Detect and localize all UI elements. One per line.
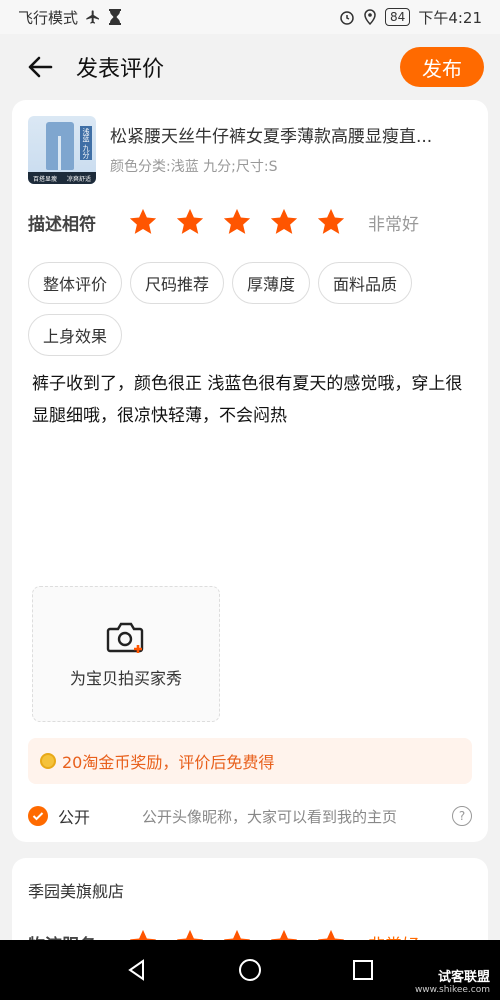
status-right: 84 下午4:21 (339, 7, 482, 28)
public-label: 公开 (58, 808, 91, 827)
clock: 下午4:21 (418, 8, 482, 27)
publish-button[interactable]: 发布 (400, 47, 484, 87)
help-icon[interactable]: ? (452, 806, 472, 826)
rating-label: 描述相符 (28, 214, 96, 235)
page-title: 发表评价 (76, 57, 165, 82)
nav-back-button[interactable] (122, 955, 152, 985)
battery-level: 84 (385, 8, 411, 26)
square-recents-icon (353, 960, 374, 980)
thumbnail-band: 百搭显瘦 凉爽舒适 (28, 172, 96, 184)
back-button[interactable] (20, 47, 60, 87)
add-photo-button[interactable]: 为宝贝拍买家秀 (32, 586, 220, 722)
tag-fabric[interactable]: 面料品质 (318, 262, 413, 304)
product-summary: 浅蓝 九分 百搭显瘦 凉爽舒适 松紧腰天丝牛仔裤女夏季薄款高腰显瘦直... 颜色… (28, 116, 472, 184)
product-name: 松紧腰天丝牛仔裤女夏季薄款高腰显瘦直... (110, 127, 433, 147)
thumbnail-tag: 浅蓝 九分 (80, 126, 92, 160)
watermark: 试客联盟 www.shikee.com (415, 966, 490, 995)
public-hint: 公开头像昵称，大家可以看到我的主页 (142, 807, 398, 826)
public-checkbox[interactable] (28, 806, 48, 826)
jeans-graphic (46, 122, 74, 170)
review-card: 浅蓝 九分 百搭显瘦 凉爽舒适 松紧腰天丝牛仔裤女夏季薄款高腰显瘦直... 颜色… (12, 100, 488, 842)
tag-fit[interactable]: 上身效果 (28, 314, 123, 356)
star-icon[interactable] (269, 207, 299, 237)
alarm-icon (340, 11, 354, 25)
product-spec: 颜色分类:浅蓝 九分;尺寸:S (110, 159, 278, 175)
public-option: 公开 公开头像昵称，大家可以看到我的主页 ? (28, 800, 472, 832)
tag-thickness[interactable]: 厚薄度 (232, 262, 311, 304)
star-icon[interactable] (222, 207, 252, 237)
reward-banner: 20淘金币奖励，评价后免费得 (28, 738, 472, 784)
status-bar: 飞行模式 84 下午4:21 (0, 0, 500, 34)
airplane-mode-text: 飞行模式 (18, 8, 79, 27)
nav-recents-button[interactable] (348, 955, 378, 985)
shop-name: 季园美旗舰店 (28, 882, 125, 901)
star-icon[interactable] (316, 207, 346, 237)
hourglass-icon (109, 9, 122, 25)
star-icon[interactable] (175, 207, 205, 237)
review-tags: 整体评价 尺码推荐 厚薄度 面料品质 上身效果 (28, 262, 472, 356)
thumbnail-band-text: 凉爽舒适 (66, 175, 91, 183)
back-arrow-icon (28, 56, 53, 78)
nav-home-button[interactable] (235, 955, 265, 985)
star-icon[interactable] (128, 207, 158, 237)
triangle-back-icon (127, 959, 144, 981)
status-left: 飞行模式 (18, 7, 122, 28)
star-rating (128, 207, 346, 237)
camera-add-icon (106, 622, 144, 653)
product-thumbnail: 浅蓝 九分 百搭显瘦 凉爽舒适 (28, 116, 96, 184)
rating-verdict: 非常好 (368, 214, 419, 235)
watermark-url: www.shikee.com (414, 985, 490, 995)
tag-overall[interactable]: 整体评价 (28, 262, 123, 304)
add-photo-label: 为宝贝拍买家秀 (69, 669, 182, 688)
coin-icon (40, 753, 56, 769)
watermark-title: 试客联盟 (437, 970, 490, 985)
circle-home-icon (238, 959, 261, 981)
tag-size[interactable]: 尺码推荐 (130, 262, 225, 304)
reward-text: 20淘金币奖励，评价后免费得 (62, 753, 275, 772)
thumbnail-band-text: 百搭显瘦 (32, 175, 57, 183)
location-icon (364, 9, 376, 25)
review-text-input[interactable]: 裤子收到了，颜色很正 浅蓝色很有夏天的感觉哦，穿上很显腿细哦，很凉快轻薄，不会闷… (32, 368, 472, 432)
header-bar: 发表评价 发布 (0, 34, 500, 100)
check-icon (32, 812, 44, 821)
airplane-icon (86, 10, 100, 24)
description-rating: 描述相符 非常好 (28, 204, 472, 240)
